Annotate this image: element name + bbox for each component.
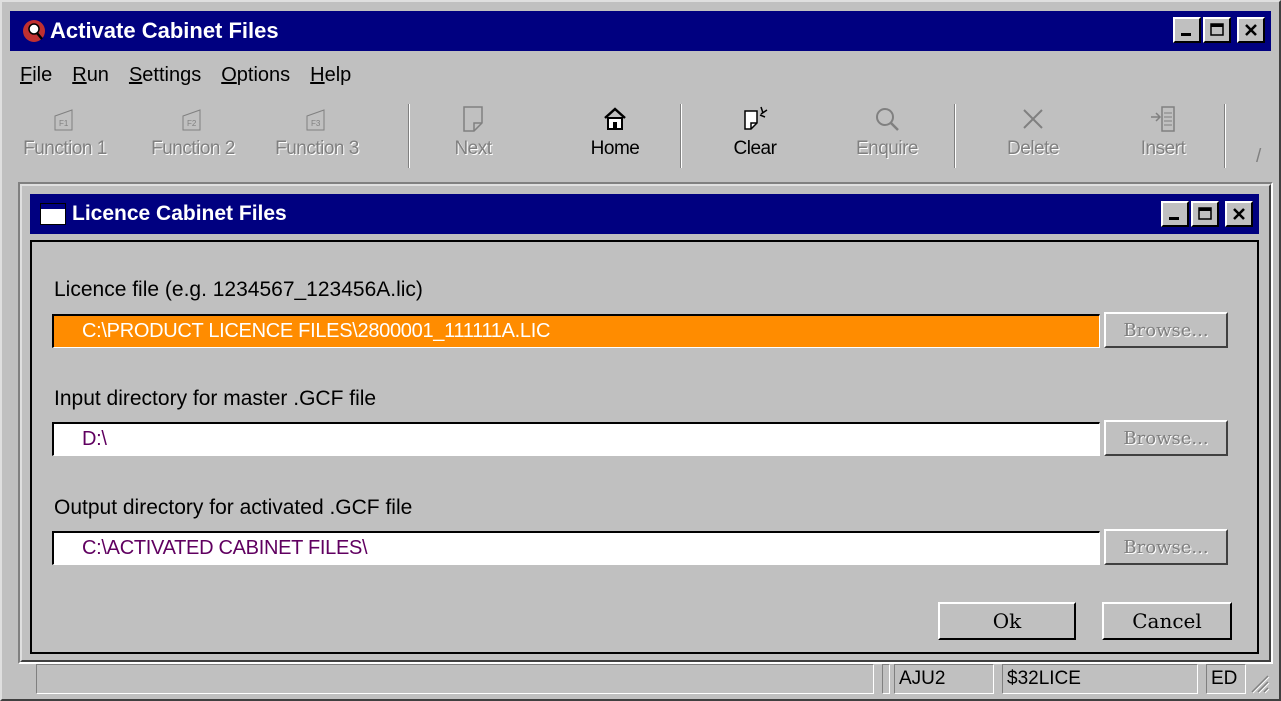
function1-label: Function 1 (23, 138, 107, 159)
svg-text:F2: F2 (187, 119, 197, 128)
app-magnifier-icon (23, 20, 45, 42)
close-icon (1245, 24, 1257, 36)
document-window-icon (40, 203, 66, 225)
svg-text:F1: F1 (59, 119, 69, 128)
menu-bar: File Run Settings Options Help (10, 58, 361, 92)
next-button[interactable]: Next (418, 102, 528, 170)
toolbar-overflow-fragment: / (1256, 146, 1262, 166)
toolbar-separator (1224, 104, 1226, 168)
main-window-title: Activate Cabinet Files (50, 18, 279, 43)
clear-sparkle-icon (744, 106, 768, 130)
next-label: Next (454, 138, 492, 159)
insert-button[interactable]: Insert (1108, 102, 1218, 170)
child-title-bar[interactable]: Licence Cabinet Files (30, 194, 1259, 234)
status-pane-spacer (882, 664, 890, 694)
enquire-label: Enquire (856, 138, 919, 159)
resize-grip-icon[interactable] (1248, 672, 1270, 694)
function1-button[interactable]: F1 Function 1 (10, 102, 120, 170)
function2-button[interactable]: F2 Function 2 (138, 102, 248, 170)
menu-file-label: ile (32, 63, 53, 86)
licence-file-label: Licence file (e.g. 1234567_123456A.lic) (54, 278, 423, 301)
close-icon (1233, 208, 1245, 220)
child-window-title: Licence Cabinet Files (72, 202, 287, 225)
maximize-icon (1210, 23, 1224, 36)
status-pane-program: $32LICE (1002, 664, 1198, 694)
maximize-icon (1198, 207, 1212, 220)
output-directory-input[interactable]: C:\ACTIVATED CABINET FILES\ (52, 531, 1100, 565)
function3-button[interactable]: F3 Function 3 (262, 102, 372, 170)
menu-help[interactable]: Help (300, 64, 361, 87)
toolbar-separator (408, 104, 410, 168)
delete-button[interactable]: Delete (978, 102, 1088, 170)
ok-button[interactable]: Ok (938, 602, 1076, 640)
menu-run-label: un (86, 63, 109, 86)
menu-file[interactable]: File (10, 64, 62, 87)
toolbar-separator (680, 104, 682, 168)
function3-label: Function 3 (275, 138, 359, 159)
menu-options-mnemonic: O (221, 63, 237, 86)
output-browse-button[interactable]: Browse... (1104, 529, 1228, 565)
status-pane-message (36, 664, 874, 694)
delete-label: Delete (1007, 138, 1059, 159)
menu-run-mnemonic: R (72, 63, 87, 86)
f3-key-icon: F3 (306, 109, 325, 131)
cancel-button[interactable]: Cancel (1102, 602, 1232, 640)
clear-label: Clear (733, 138, 777, 159)
house-icon (604, 107, 626, 130)
menu-settings-label: ettings (142, 63, 202, 86)
main-title-bar[interactable]: Activate Cabinet Files (10, 11, 1271, 51)
insert-icon (1151, 106, 1175, 132)
menu-help-label: elp (324, 63, 352, 86)
output-directory-label: Output directory for activated .GCF file (54, 496, 413, 519)
minimize-icon (1169, 217, 1179, 220)
close-button[interactable] (1237, 17, 1265, 43)
x-icon (1023, 109, 1043, 129)
child-minimize-button[interactable] (1161, 201, 1189, 227)
svg-text:F3: F3 (311, 119, 321, 128)
menu-options-label: ptions (236, 63, 291, 86)
menu-options[interactable]: Options (211, 64, 300, 87)
toolbar-separator (954, 104, 956, 168)
function2-label: Function 2 (151, 138, 235, 159)
enquire-button[interactable]: Enquire (832, 102, 942, 170)
insert-label: Insert (1140, 138, 1186, 159)
home-label: Home (590, 138, 640, 159)
status-bar: AJU2 $32LICE ED (10, 662, 1274, 696)
minimize-button[interactable] (1173, 17, 1201, 43)
child-maximize-button[interactable] (1191, 201, 1219, 227)
licence-file-input[interactable]: C:\PRODUCT LICENCE FILES\2800001_111111A… (52, 314, 1100, 348)
clear-button[interactable]: Clear (700, 102, 810, 170)
magnifier-icon (876, 108, 899, 131)
maximize-button[interactable] (1203, 17, 1231, 43)
input-browse-button[interactable]: Browse... (1104, 420, 1228, 456)
menu-help-mnemonic: H (310, 63, 325, 86)
input-directory-input[interactable]: D:\ (52, 422, 1100, 456)
menu-run[interactable]: Run (62, 64, 119, 87)
child-close-button[interactable] (1225, 201, 1253, 227)
f1-key-icon: F1 (54, 109, 73, 131)
page-icon (463, 106, 483, 132)
home-button[interactable]: Home (560, 102, 670, 170)
licence-browse-button[interactable]: Browse... (1104, 312, 1228, 348)
status-pane-mode: ED (1206, 664, 1246, 694)
menu-settings-mnemonic: S (128, 63, 143, 86)
minimize-icon (1181, 33, 1191, 36)
f2-key-icon: F2 (182, 109, 201, 131)
status-pane-user: AJU2 (894, 664, 994, 694)
main-window: Activate Cabinet Files File Run Settings… (0, 0, 1281, 701)
menu-settings[interactable]: Settings (119, 64, 211, 87)
toolbar: F1 Function 1 F2 Function 2 F3 Function … (10, 98, 1271, 176)
input-directory-label: Input directory for master .GCF file (54, 387, 377, 410)
menu-file-mnemonic: F (20, 63, 33, 86)
